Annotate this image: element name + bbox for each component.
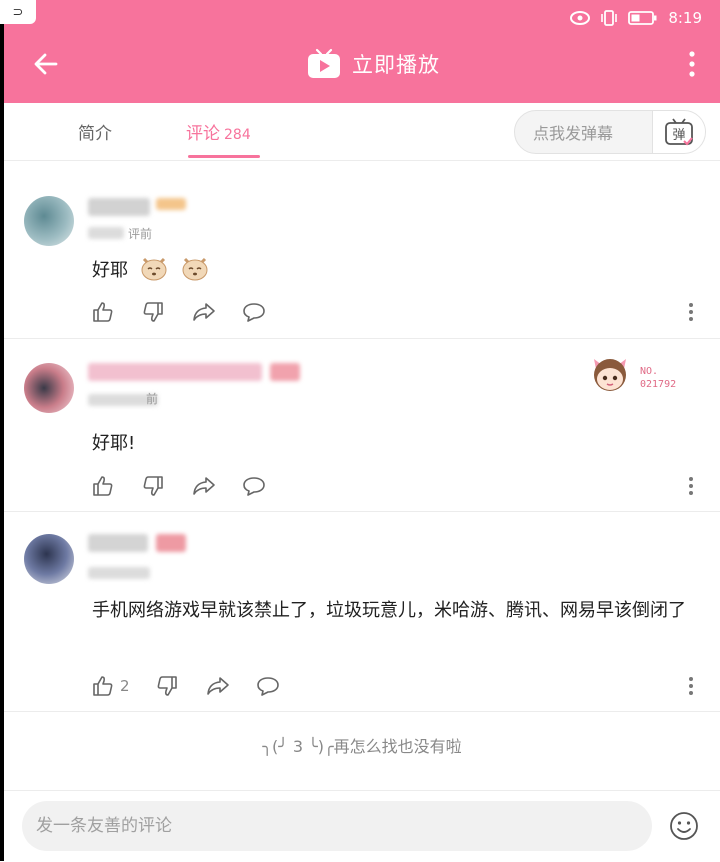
time-blur (88, 227, 124, 239)
chat-bubble-icon (243, 477, 265, 496)
play-now-label: 立即播放 (352, 53, 440, 77)
status-time: 8:19 (668, 9, 702, 27)
medal-label: NO. (640, 366, 659, 377)
dislike-button[interactable] (142, 300, 166, 324)
share-button[interactable] (192, 474, 216, 498)
comment-actions (92, 300, 266, 324)
reply-button[interactable] (242, 474, 266, 498)
username[interactable] (88, 198, 150, 216)
comment-actions: 2 (92, 674, 280, 698)
danmaku-box[interactable]: 点我发弹幕 弹 (514, 110, 706, 154)
danmaku-send-button[interactable]: 弹 (652, 111, 705, 153)
reply-button[interactable] (242, 300, 266, 324)
dog-face-icon (141, 257, 167, 281)
danmaku-button-label: 弹 (672, 128, 685, 143)
share-icon (206, 677, 229, 695)
comment-more-icon[interactable] (688, 676, 694, 696)
reply-button[interactable] (256, 674, 280, 698)
back-arrow-icon[interactable] (30, 48, 62, 80)
emoji-icon[interactable] (668, 810, 700, 842)
battery-icon (628, 11, 657, 25)
thumbs-down-icon (143, 302, 163, 322)
comment-item: 评前 好耶 (4, 172, 720, 339)
avatar[interactable] (24, 363, 74, 413)
more-vertical-icon[interactable] (682, 48, 702, 80)
avatar[interactable] (24, 196, 74, 246)
thumbs-down-icon (157, 676, 177, 696)
danmaku-input[interactable]: 点我发弹幕 (515, 120, 652, 144)
fan-medal: NO. 021792 (588, 351, 698, 399)
left-edge-bar (0, 0, 4, 861)
anime-girl-icon (594, 359, 626, 391)
comment-text: 好耶! (92, 433, 136, 454)
tab-intro[interactable]: 简介 (78, 119, 112, 144)
dog-face-icon (182, 257, 208, 281)
comment-more-icon[interactable] (688, 476, 694, 496)
comment-count: 284 (224, 127, 251, 143)
comment-time: 评前 (128, 227, 153, 241)
tv-play-icon (308, 48, 340, 78)
like-button[interactable] (92, 300, 116, 324)
comment-input[interactable]: 发一条友善的评论 (22, 801, 652, 851)
chat-bubble-icon (256, 677, 279, 696)
chat-bubble-icon (243, 303, 265, 322)
share-icon (193, 477, 215, 495)
dislike-button[interactable] (156, 674, 180, 698)
like-button[interactable] (92, 474, 116, 498)
username[interactable] (88, 363, 262, 381)
time-blur (88, 567, 150, 579)
tab-bar: 简介 评论 284 点我发弹幕 弹 (4, 103, 720, 161)
comment-more-icon[interactable] (688, 302, 694, 322)
danmaku-tv-icon: 弹 (665, 118, 693, 146)
comment-composer: 发一条友善的评论 (4, 790, 720, 862)
like-button[interactable]: 2 (92, 674, 130, 698)
medal-number: 021792 (640, 379, 677, 390)
comment-item: 前 NO. 021792 好耶! (4, 339, 720, 512)
username[interactable] (88, 534, 148, 552)
thumbs-up-icon (93, 676, 113, 696)
app-header: 8:19 立即播放 (0, 0, 720, 103)
thumbs-up-icon (93, 476, 113, 496)
end-of-list-text: ╮(╯ 3 ╰)╭再怎么找也没有啦 (262, 737, 462, 756)
eye-icon (570, 11, 591, 25)
comment-time: 前 (146, 392, 159, 406)
vibrate-icon (601, 10, 618, 26)
level-badge (270, 363, 300, 381)
dislike-button[interactable] (142, 474, 166, 498)
avatar[interactable] (24, 534, 74, 584)
play-now-button[interactable]: 立即播放 (306, 48, 440, 80)
tab-comments[interactable]: 评论 284 (186, 119, 251, 144)
comment-item: 手机网络游戏早就该禁止了，垃圾玩意儿，米哈游、腾讯、网易早该倒闭了 2 (4, 512, 720, 712)
comment-actions (92, 474, 266, 498)
share-icon (193, 303, 215, 321)
share-button[interactable] (206, 674, 230, 698)
comment-text-value: 好耶 (92, 260, 128, 281)
level-badge (156, 198, 186, 210)
back-gesture-icon[interactable]: ⊃ (0, 0, 36, 24)
comment-text: 好耶 (92, 254, 702, 287)
thumbs-up-icon (93, 302, 113, 322)
share-button[interactable] (192, 300, 216, 324)
like-count: 2 (120, 677, 130, 695)
level-badge (156, 534, 186, 552)
thumbs-down-icon (143, 476, 163, 496)
status-bar: 8:19 (570, 8, 702, 28)
comment-text: 手机网络游戏早就该禁止了，垃圾玩意儿，米哈游、腾讯、网易早该倒闭了 (92, 600, 686, 621)
tab-active-indicator (188, 155, 260, 158)
